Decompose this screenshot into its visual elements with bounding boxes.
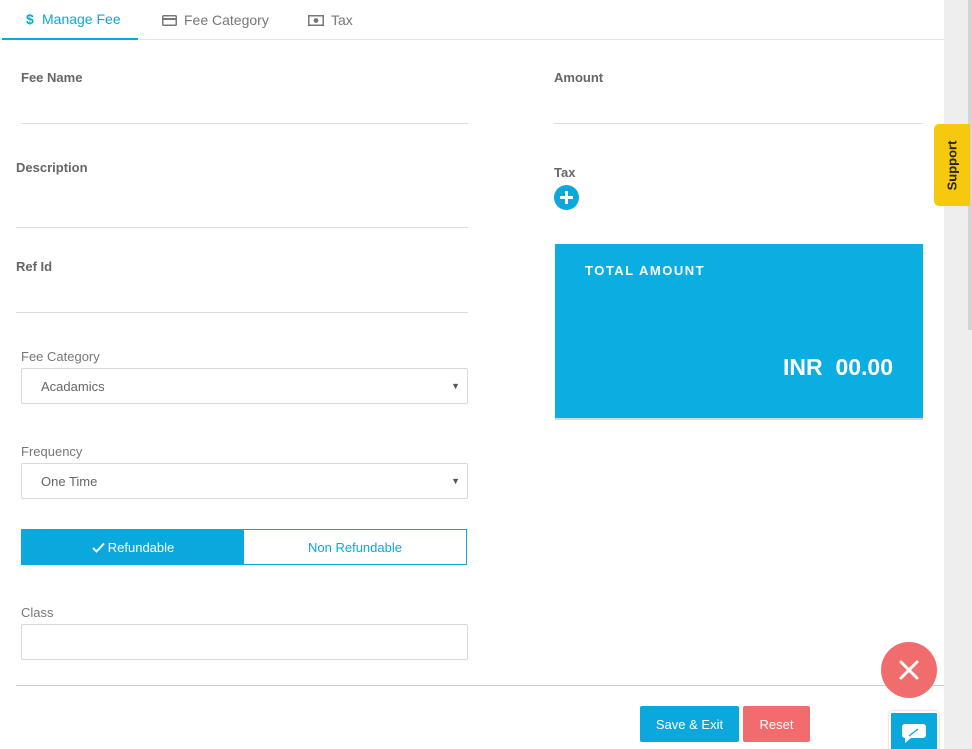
- fee-name-label: Fee Name: [21, 70, 83, 85]
- support-label: Support: [944, 140, 960, 190]
- currency-code: INR: [783, 354, 823, 380]
- total-amount-title: TOTAL AMOUNT: [585, 263, 706, 278]
- frequency-select[interactable]: One Time ▼: [21, 463, 468, 499]
- tab-label: Manage Fee: [42, 11, 121, 27]
- fee-category-value: Acadamics: [41, 378, 105, 394]
- amount-input[interactable]: [554, 123, 923, 124]
- fee-category-label: Fee Category: [21, 349, 100, 364]
- total-amount-card: TOTAL AMOUNT INR 00.00: [555, 244, 923, 420]
- description-label: Description: [16, 160, 88, 175]
- class-input[interactable]: [21, 624, 468, 660]
- tab-fee-category[interactable]: Fee Category: [162, 0, 269, 40]
- ref-id-input[interactable]: [16, 312, 468, 313]
- save-exit-button[interactable]: Save & Exit: [640, 706, 739, 742]
- amount-label: Amount: [554, 70, 604, 85]
- add-tax-icon[interactable]: [554, 185, 579, 210]
- tab-bar: $ Manage Fee Fee Category Tax: [0, 0, 944, 40]
- support-tab[interactable]: Support: [934, 124, 970, 206]
- dropdown-arrow-icon: ▼: [451, 476, 460, 486]
- refundable-label: Refundable: [107, 539, 175, 555]
- dropdown-arrow-icon: ▼: [451, 381, 460, 391]
- class-label: Class: [21, 605, 54, 620]
- tab-tax[interactable]: Tax: [308, 0, 353, 40]
- check-icon: [92, 542, 105, 553]
- frequency-label: Frequency: [21, 444, 83, 459]
- fee-name-input[interactable]: [21, 123, 468, 124]
- non-refundable-button[interactable]: Non Refundable: [244, 530, 466, 564]
- dollar-icon: $: [26, 12, 35, 26]
- refund-toggle: Refundable Non Refundable: [21, 529, 467, 565]
- refundable-button[interactable]: Refundable: [22, 530, 244, 564]
- card-icon: [162, 14, 177, 26]
- ref-id-label: Ref Id: [16, 259, 53, 274]
- close-icon: [898, 659, 920, 681]
- chat-bubble-icon: [901, 722, 927, 749]
- tab-label: Fee Category: [184, 12, 269, 28]
- non-refundable-label: Non Refundable: [308, 539, 402, 555]
- reset-button[interactable]: Reset: [743, 706, 810, 742]
- tab-manage-fee[interactable]: $ Manage Fee: [2, 0, 138, 40]
- money-icon: [308, 14, 324, 26]
- description-input[interactable]: [16, 227, 468, 228]
- tax-label: Tax: [554, 165, 576, 180]
- close-button[interactable]: [881, 642, 937, 698]
- chat-button[interactable]: [889, 711, 939, 749]
- amount-figure: 00.00: [835, 354, 893, 380]
- tab-label: Tax: [331, 12, 353, 28]
- svg-text:$: $: [26, 12, 34, 26]
- total-amount-value: INR 00.00: [783, 354, 893, 381]
- frequency-value: One Time: [41, 473, 98, 489]
- fee-category-select[interactable]: Acadamics ▼: [21, 368, 468, 404]
- divider: [16, 685, 944, 686]
